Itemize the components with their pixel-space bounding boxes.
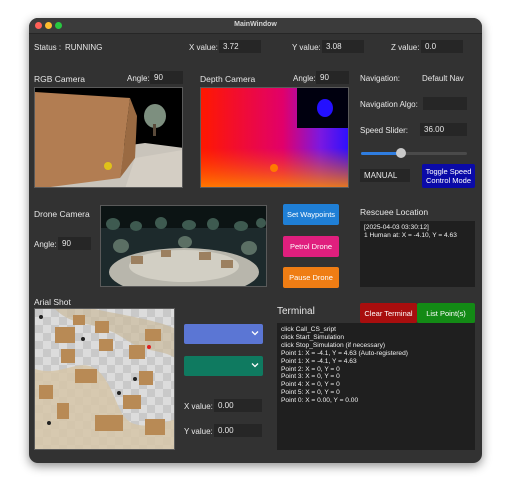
- depth-angle-field[interactable]: 90: [316, 71, 349, 84]
- rgb-camera-image: [35, 88, 182, 187]
- y-value-field[interactable]: 3.08: [322, 40, 364, 53]
- depth-camera-image: [201, 88, 348, 187]
- main-window: MainWindow Status : RUNNING X value: 3.7…: [29, 18, 482, 463]
- rgb-angle-label: Angle:: [127, 74, 150, 83]
- depth-camera-view: [200, 87, 349, 188]
- chevron-down-icon: [251, 331, 259, 336]
- y-value-label: Y value:: [292, 43, 321, 52]
- title-bar: MainWindow: [29, 18, 482, 34]
- x-value-field[interactable]: 3.72: [219, 40, 261, 53]
- drone-camera-title: Drone Camera: [34, 209, 90, 219]
- drone-angle-label: Angle:: [34, 240, 57, 249]
- aerial-x-field[interactable]: 0.00: [214, 399, 262, 412]
- terminal-line: Point 3: X = 0, Y = 0: [281, 373, 340, 381]
- toggle-speed-mode-line1: Toggle Speed: [425, 167, 472, 176]
- status-label: Status :: [34, 43, 62, 52]
- drone-camera-view: [100, 205, 267, 287]
- z-value-field[interactable]: 0.0: [421, 40, 463, 53]
- set-waypoints-button[interactable]: Set Waypoints: [283, 204, 339, 225]
- terminal-title: Terminal: [277, 306, 315, 317]
- speed-slider-label: Speed Slider:: [360, 126, 409, 135]
- toggle-speed-mode-line2: Control Mode: [425, 176, 472, 185]
- petrol-drone-button[interactable]: Petrol Drone: [283, 236, 339, 257]
- waypoint-dropdown-blue[interactable]: [184, 324, 263, 344]
- navigation-algo-field[interactable]: [423, 97, 467, 110]
- depth-angle-label: Angle:: [293, 74, 316, 83]
- terminal-line: Point 2: X = 0, Y = 0: [281, 365, 340, 373]
- terminal-line: click Stop_Simulation (if necessary): [281, 341, 386, 349]
- drone-camera-image: [101, 206, 266, 286]
- pause-drone-button[interactable]: Pause Drone: [283, 267, 339, 288]
- aerial-shot-title: Arial Shot: [34, 297, 71, 307]
- aerial-x-label: X value:: [184, 402, 213, 411]
- aerial-map-image: [35, 309, 174, 449]
- terminal-line: Point 0: X = 0.00, Y = 0.00: [281, 397, 359, 405]
- rescuee-log-line: [2025-04-03 03:30:12]: [364, 224, 429, 231]
- terminal-line: Point 1: X = -4.1, Y = 4.63 (Auto-regist…: [281, 349, 408, 357]
- clear-terminal-button[interactable]: Clear Terminal: [360, 303, 417, 323]
- aerial-shot-view[interactable]: [34, 308, 175, 450]
- drone-angle-field[interactable]: 90: [58, 237, 91, 250]
- chevron-down-icon: [251, 363, 259, 368]
- speed-slider-fill: [361, 152, 401, 155]
- waypoint-dropdown-green[interactable]: [184, 356, 263, 376]
- depth-camera-title: Depth Camera: [200, 74, 256, 84]
- list-points-button[interactable]: List Point(s): [417, 303, 475, 323]
- rgb-camera-title: RGB Camera: [34, 74, 86, 84]
- mode-field[interactable]: MANUAL: [360, 169, 410, 182]
- navigation-label: Navigation:: [360, 74, 401, 83]
- x-value-label: X value:: [189, 43, 218, 52]
- rescuee-location-log: [2025-04-03 03:30:12] 1 Human at: X = -4…: [360, 221, 475, 287]
- z-value-label: Z value:: [391, 43, 420, 52]
- rescuee-location-title: Rescuee Location: [360, 207, 429, 217]
- speed-slider-handle[interactable]: [395, 148, 406, 158]
- aerial-y-field[interactable]: 0.00: [214, 424, 262, 437]
- terminal-line: Point 4: X = 0, Y = 0: [281, 381, 340, 389]
- speed-value-field[interactable]: 36.00: [420, 123, 467, 136]
- rgb-camera-view: [34, 87, 183, 188]
- navigation-algo-label: Navigation Algo:: [360, 100, 418, 109]
- aerial-y-label: Y value:: [184, 427, 213, 436]
- window-title: MainWindow: [234, 21, 277, 28]
- rgb-angle-field[interactable]: 90: [150, 71, 183, 84]
- terminal-line: Point 5: X = 0, Y = 0: [281, 389, 340, 397]
- terminal-line: click Start_Simulation: [281, 333, 345, 341]
- navigation-value: Default Nav: [422, 74, 464, 83]
- speed-slider-track[interactable]: [361, 148, 467, 158]
- rescuee-log-line: 1 Human at: X = -4.10, Y = 4.63: [364, 231, 457, 239]
- terminal-line: click Call_CS_sript: [281, 326, 336, 333]
- terminal-line: Point 1: X = -4.1, Y = 4.63: [281, 357, 357, 365]
- status-value: RUNNING: [65, 43, 103, 52]
- toggle-speed-mode-button[interactable]: Toggle Speed Control Mode: [422, 164, 475, 188]
- terminal-output: click Call_CS_sript click Start_Simulati…: [277, 323, 475, 450]
